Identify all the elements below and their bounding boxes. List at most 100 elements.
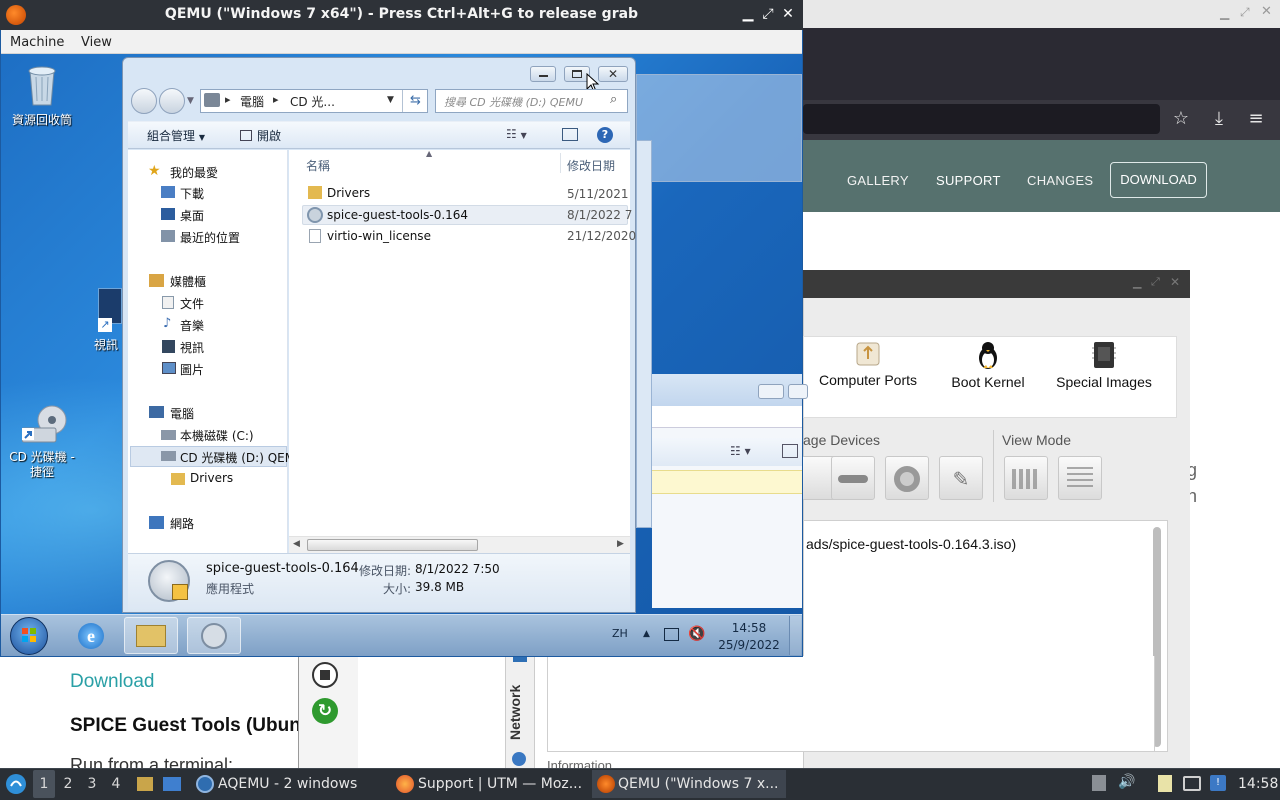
breadcrumb-computer[interactable]: 電腦 <box>240 93 264 110</box>
scrollbar-thumb[interactable] <box>307 539 478 551</box>
change-view-button[interactable]: ☷ ▼ <box>506 127 527 141</box>
history-dropdown-icon[interactable]: ▼ <box>187 96 194 106</box>
start-button[interactable] <box>10 617 48 655</box>
forward-button[interactable] <box>159 88 185 114</box>
nav-cd-drive[interactable]: CD 光碟機 (D:) QEM <box>180 449 295 466</box>
nav-drivers[interactable]: Drivers <box>190 471 233 485</box>
nav-pictures[interactable]: 圖片 <box>180 361 204 378</box>
minimize-button[interactable] <box>530 66 556 82</box>
maximize-button[interactable] <box>788 384 808 399</box>
organize-button[interactable]: 組合管理 ▼ <box>147 127 205 144</box>
edit-device-button[interactable]: ✎ <box>939 456 983 500</box>
details-modified-label: 修改日期: <box>359 564 412 578</box>
close-icon[interactable]: ✕ <box>780 6 796 22</box>
menu-view[interactable]: View <box>81 35 112 50</box>
taskbar-ie[interactable]: e <box>64 617 118 654</box>
workspace-1[interactable]: 1 <box>33 776 55 792</box>
address-dropdown-icon[interactable]: ▼ <box>387 95 394 105</box>
maximize-icon[interactable]: ⤢ <box>1240 5 1250 20</box>
maximize-icon[interactable]: ⤢ <box>1151 275 1160 289</box>
minimize-icon[interactable]: ▁ <box>1133 276 1141 289</box>
cd-drive-shortcut-icon[interactable] <box>21 404 68 444</box>
nav-changes[interactable]: CHANGES <box>1027 173 1093 188</box>
open-button[interactable]: 開啟 <box>240 127 281 144</box>
boot-kernel-tool[interactable]: Boot Kernel <box>940 340 1036 390</box>
host-clock[interactable]: 14:58 <box>1238 776 1278 792</box>
show-desktop-icon[interactable] <box>163 777 181 791</box>
file-manager-icon[interactable] <box>137 777 153 791</box>
task-firefox[interactable]: Support | UTM — Moz... <box>418 776 582 792</box>
volume-muted-icon[interactable]: 🔇 <box>688 626 705 642</box>
nav-computer[interactable]: 電腦 <box>170 405 194 422</box>
minimize-icon[interactable]: ▁ <box>1220 6 1229 20</box>
nav-network[interactable]: 網路 <box>170 515 194 532</box>
nav-local-disk[interactable]: 本機磁碟 (C:) <box>180 427 254 444</box>
nav-recent[interactable]: 最近的位置 <box>180 229 240 246</box>
close-icon[interactable]: ✕ <box>1261 4 1272 19</box>
workspace-3[interactable]: 3 <box>81 776 103 792</box>
show-desktop-button[interactable] <box>789 616 801 655</box>
refresh-icon[interactable]: ↻ <box>312 698 338 724</box>
nav-favorites[interactable]: 我的最愛 <box>170 164 218 181</box>
recycle-bin-icon[interactable] <box>24 63 60 107</box>
preview-pane-icon[interactable] <box>782 444 798 458</box>
network-tray-icon[interactable] <box>664 628 679 641</box>
taskbar-installer[interactable] <box>187 617 241 654</box>
close-button[interactable]: ✕ <box>598 66 628 82</box>
view-mode-list-button[interactable] <box>1058 456 1102 500</box>
column-header-name[interactable]: 名稱 <box>306 157 330 174</box>
nav-videos[interactable]: 視訊 <box>180 339 204 356</box>
view-mode-icons-button[interactable] <box>1004 456 1048 500</box>
download-icon[interactable]: ⤓ <box>1208 108 1230 130</box>
open-icon <box>240 130 252 141</box>
show-hidden-icons-icon[interactable]: ▲ <box>643 629 650 639</box>
tray-device-icon[interactable] <box>1092 775 1106 791</box>
scroll-right-icon[interactable]: ▶ <box>617 539 624 549</box>
minimize-button[interactable] <box>758 384 784 399</box>
computer-ports-tool[interactable]: Computer Ports <box>812 340 924 388</box>
task-qemu[interactable]: QEMU ("Windows 7 x... <box>618 776 778 792</box>
task-aqemu[interactable]: AQEMU - 2 windows <box>218 776 357 792</box>
menu-icon[interactable]: ≡ <box>1245 108 1267 130</box>
nav-gallery[interactable]: GALLERY <box>847 173 909 188</box>
page-download-link[interactable]: Download <box>70 671 155 693</box>
volume-icon[interactable]: 🔊 <box>1118 774 1135 790</box>
breadcrumb-cd[interactable]: CD 光... <box>290 93 335 110</box>
clock[interactable]: 14:58 25/9/2022 <box>718 620 780 654</box>
notification-icon[interactable]: ! <box>1210 775 1226 791</box>
preview-pane-icon[interactable] <box>562 128 578 141</box>
back-button[interactable] <box>131 88 157 114</box>
url-bar[interactable] <box>803 104 1160 134</box>
nav-music[interactable]: 音樂 <box>180 317 204 334</box>
menu-machine[interactable]: Machine <box>10 35 64 50</box>
taskbar-explorer[interactable] <box>124 617 178 654</box>
search-box[interactable]: 搜尋 CD 光碟機 (D:) QEMU ⌕ <box>435 89 628 113</box>
workspace-2[interactable]: 2 <box>57 776 79 792</box>
close-icon[interactable]: ✕ <box>1170 275 1180 289</box>
special-images-tool[interactable]: Special Images <box>1050 340 1158 390</box>
minimize-icon[interactable]: ▁ <box>740 6 756 22</box>
language-indicator[interactable]: ZH <box>612 627 628 640</box>
optical-drive-button[interactable] <box>885 456 929 500</box>
app-menu-icon[interactable] <box>5 772 27 796</box>
bookmark-star-icon[interactable]: ☆ <box>1170 108 1192 130</box>
grid-view-icon <box>1012 469 1040 489</box>
refresh-icon[interactable]: ⇆ <box>402 90 428 112</box>
nav-desktop[interactable]: 桌面 <box>180 207 204 224</box>
maximize-icon[interactable]: ⤢ <box>760 6 776 22</box>
nav-support[interactable]: SUPPORT <box>936 173 1001 188</box>
nav-libraries[interactable]: 媒體櫃 <box>170 273 206 290</box>
nav-download-button[interactable]: DOWNLOAD <box>1110 162 1207 198</box>
workspace-4[interactable]: 4 <box>105 776 127 792</box>
clipboard-icon[interactable] <box>1158 775 1172 792</box>
drive-button[interactable] <box>831 456 875 500</box>
scroll-left-icon[interactable]: ◀ <box>293 539 300 549</box>
stop-icon[interactable] <box>312 662 338 688</box>
address-bar[interactable]: ▸ 電腦 ▸ CD 光... ▼ ⇆ <box>200 89 428 113</box>
display-icon[interactable] <box>1183 776 1201 791</box>
column-header-modified[interactable]: 修改日期 <box>567 157 615 174</box>
view-options-icon[interactable]: ☷ ▾ <box>730 444 751 458</box>
help-icon[interactable]: ? <box>597 127 613 143</box>
nav-documents[interactable]: 文件 <box>180 295 204 312</box>
nav-downloads[interactable]: 下載 <box>180 185 204 202</box>
